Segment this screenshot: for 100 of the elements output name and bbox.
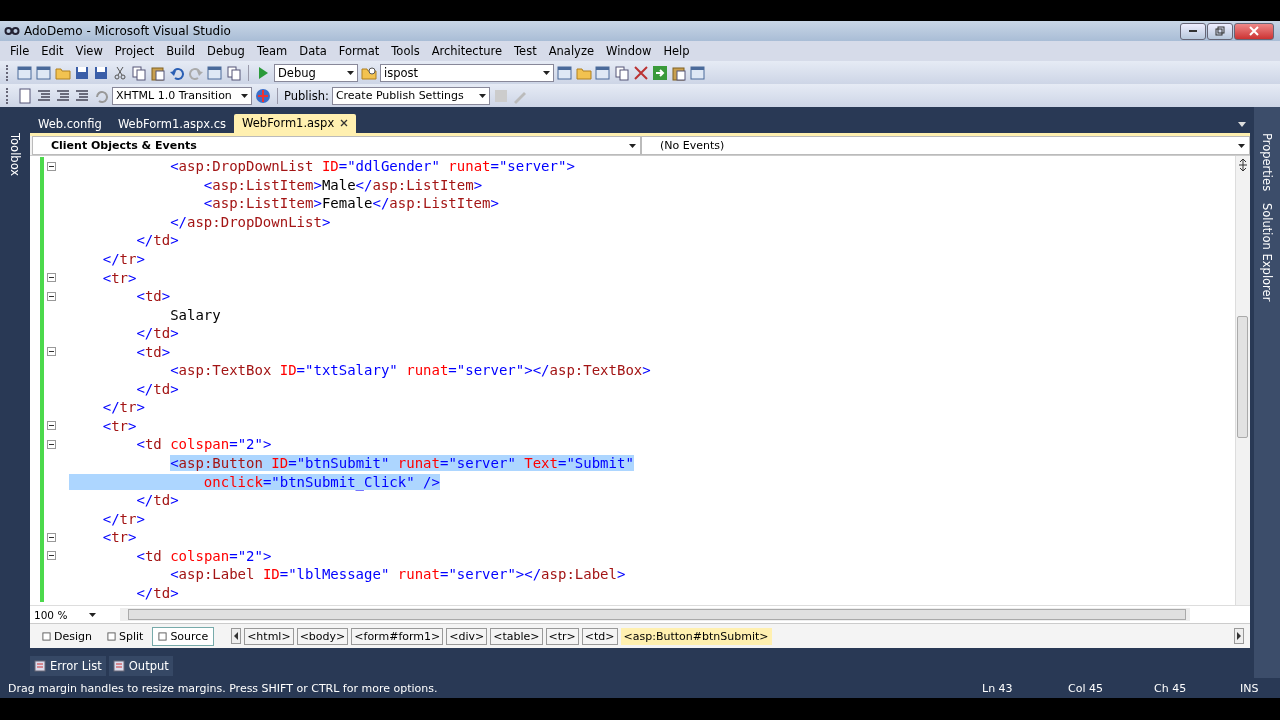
code-line: <asp:DropDownList ID="ddlGender" runat="server"> [169, 158, 575, 175]
toolbox-tab[interactable]: Toolbox [8, 133, 22, 177]
zoom-dropdown[interactable]: 100 % [30, 608, 100, 621]
breadcrumb-item[interactable]: <div> [446, 627, 488, 645]
view-tab[interactable]: Source [152, 626, 215, 646]
collapse-icon[interactable] [47, 421, 56, 431]
menu-item[interactable]: Analyze [542, 44, 601, 58]
menu-item[interactable]: File [4, 44, 36, 58]
menu-item[interactable]: Data [293, 44, 333, 58]
restore-icon [1215, 26, 1225, 36]
code-line: <td colspan="2"> [135, 436, 272, 453]
breadcrumb-item[interactable]: <form#form1> [351, 627, 444, 645]
view-tab[interactable]: Design [36, 626, 98, 646]
collapse-icon[interactable] [47, 161, 56, 171]
collapse-icon[interactable] [47, 551, 56, 561]
code-line: </td> [135, 325, 179, 342]
code-line: </asp:DropDownList> [169, 213, 331, 230]
menu-item[interactable]: Tools [385, 44, 426, 58]
list-icon [34, 660, 46, 672]
splitter-icon[interactable] [1238, 158, 1248, 172]
insert-mode: INS [1240, 681, 1260, 695]
view-icon [158, 631, 168, 641]
menu-item[interactable]: Architecture [425, 44, 509, 58]
column-number: Col 45 [1068, 681, 1104, 695]
minimize-button[interactable] [1180, 22, 1206, 40]
code-line: </td> [135, 232, 179, 249]
collapse-icon[interactable] [47, 273, 56, 283]
document-tab[interactable]: WebForm1.aspx [234, 114, 357, 133]
menu-item[interactable]: Project [108, 44, 161, 58]
code-line: </tr> [101, 510, 145, 527]
configuration-dropdown[interactable]: Debug [274, 63, 358, 82]
caret-icon [478, 93, 486, 98]
code-line: <tr> [101, 417, 137, 434]
view-tab[interactable]: Split [101, 626, 150, 646]
outdent-icon[interactable] [55, 87, 71, 104]
collapse-icon[interactable] [47, 347, 56, 357]
document-tab[interactable]: WebForm1.aspx.cs [109, 115, 235, 133]
vertical-scrollbar[interactable] [1235, 156, 1250, 605]
tool-window-tab[interactable]: Error List [30, 656, 106, 676]
scroll-left-icon[interactable] [231, 628, 242, 644]
code-line: <asp:Label ID="lblMessage" runat="server"></asp:Label> [169, 566, 626, 583]
document-icon[interactable] [17, 87, 33, 104]
restore-button[interactable] [1207, 22, 1233, 40]
code-line: <asp:TextBox ID="txtSalary" runat="server"></asp:TextBox> [169, 362, 651, 379]
menu-item[interactable]: Window [600, 44, 658, 58]
find-dropdown[interactable]: ispost [380, 63, 554, 82]
breadcrumb-item[interactable]: <tr> [545, 627, 579, 645]
breadcrumb-item[interactable]: <body> [296, 627, 349, 645]
collapse-icon[interactable] [47, 291, 56, 301]
collapse-icon[interactable] [47, 439, 56, 449]
list-icon [112, 660, 125, 672]
side-panel-tab[interactable]: Properties [1260, 133, 1274, 192]
code-line: <td colspan="2"> [135, 547, 272, 564]
minimize-icon [1189, 30, 1197, 32]
tool-window-tab[interactable]: Output [108, 656, 173, 676]
objects-dropdown[interactable]: Client Objects & Events [32, 136, 641, 155]
menu-item[interactable]: Edit [35, 44, 70, 58]
breadcrumb-item[interactable]: <table> [490, 627, 543, 645]
paste-icon[interactable] [150, 64, 166, 81]
breadcrumb-item[interactable]: <td> [581, 627, 618, 645]
indent-icon[interactable] [36, 87, 52, 104]
side-panel-tab[interactable]: Solution Explorer [1260, 203, 1274, 302]
line-number: Ln 43 [982, 681, 1014, 695]
code-line: <asp:ListItem>Male</asp:ListItem> [202, 176, 483, 193]
find-in-files-icon[interactable] [361, 64, 377, 81]
code-line: <tr> [101, 529, 137, 546]
code-line: <asp:ListItem>Female</asp:ListItem> [202, 195, 499, 212]
status-message: Drag margin handles to resize margins. Press SHIFT or CTRL for more options. [8, 681, 439, 695]
publish-dropdown[interactable]: Create Publish Settings [331, 86, 490, 105]
close-icon [1249, 26, 1259, 36]
format-icon[interactable] [74, 87, 90, 104]
events-dropdown[interactable]: (No Events) [641, 136, 1250, 155]
menu-item[interactable]: Format [332, 44, 386, 58]
caret-icon [629, 143, 636, 148]
menu-item[interactable]: Build [160, 44, 202, 58]
code-line: </td> [135, 380, 179, 397]
close-button[interactable] [1234, 22, 1274, 40]
tab-list-icon[interactable] [1238, 122, 1246, 127]
code-line: <asp:Button ID="btnSubmit" runat="server" Text="Submit" [169, 455, 634, 471]
menu-item[interactable]: Test [508, 44, 543, 58]
view-icon [107, 631, 116, 641]
menu-item[interactable]: Help [657, 44, 696, 58]
breadcrumb-item[interactable]: <asp:Button#btnSubmit> [620, 627, 772, 645]
scroll-right-icon[interactable] [1234, 628, 1244, 644]
code-line: onclick="btnSubmit_Click" /> [69, 473, 440, 490]
breadcrumb-item[interactable]: <html> [244, 627, 294, 645]
scroll-thumb[interactable] [1237, 316, 1248, 438]
scissors-icon[interactable] [112, 64, 128, 81]
collapse-icon[interactable] [47, 532, 56, 542]
horizontal-scrollbar[interactable] [120, 608, 1190, 621]
menu-item[interactable]: Debug [201, 44, 251, 58]
close-icon[interactable] [340, 119, 349, 127]
view-icon [42, 631, 51, 641]
floppy-icon[interactable] [74, 64, 90, 81]
menu-item[interactable]: Team [250, 44, 294, 58]
menu-item[interactable]: View [69, 44, 109, 58]
doctype-dropdown[interactable]: XHTML 1.0 Transition [112, 86, 252, 105]
document-tab[interactable]: Web.config [30, 115, 110, 133]
caret-icon [1238, 143, 1245, 148]
copy-icon[interactable] [131, 64, 147, 81]
